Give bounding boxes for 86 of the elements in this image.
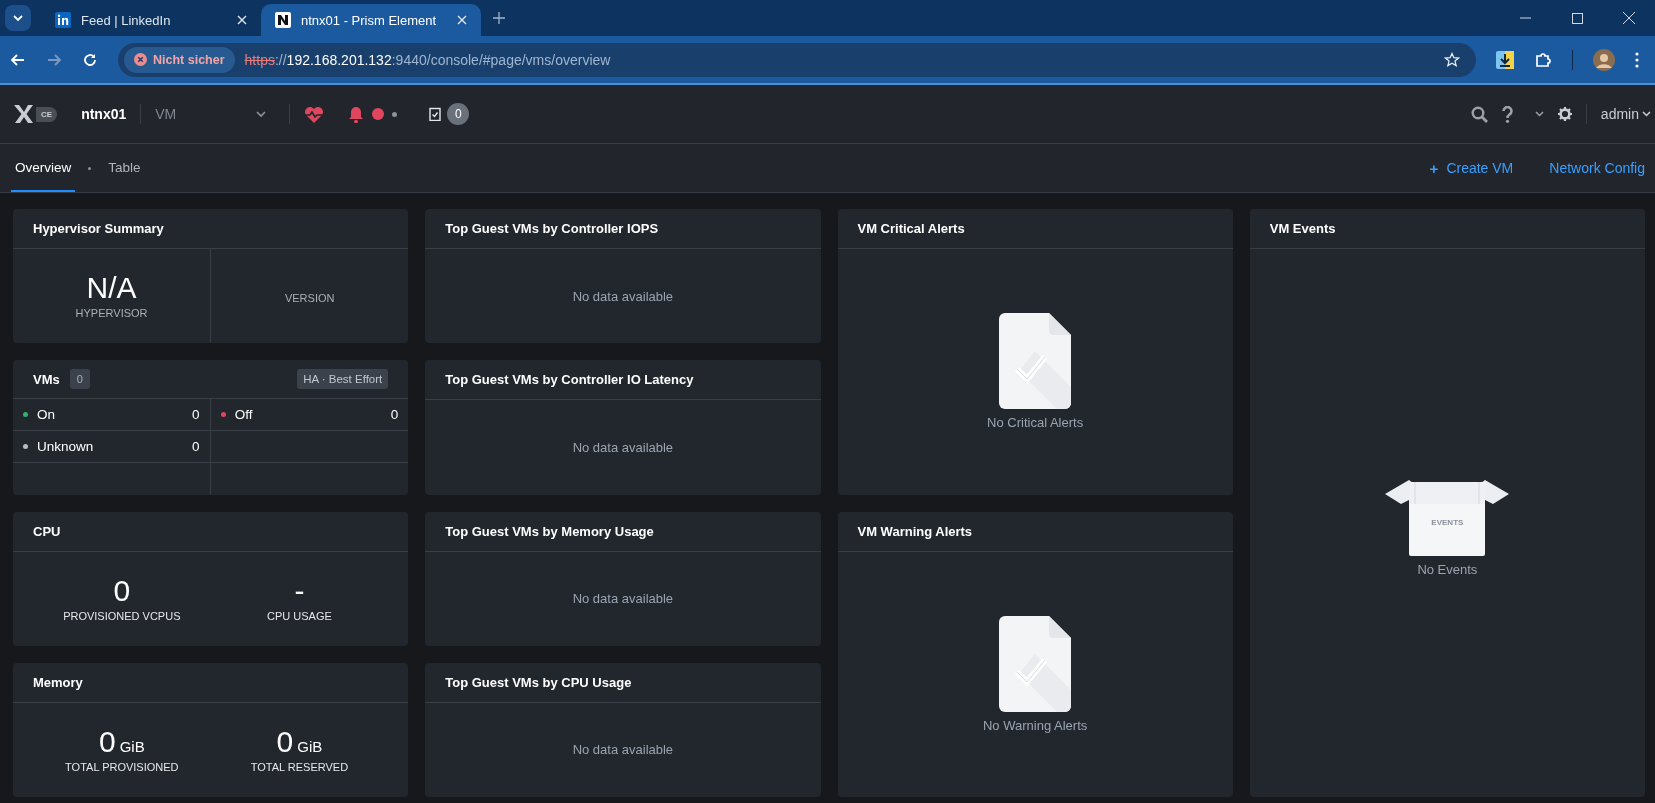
- document-check-icon: [999, 615, 1072, 712]
- profile-avatar[interactable]: [1593, 48, 1615, 71]
- back-arrow-icon[interactable]: [10, 51, 26, 68]
- user-menu[interactable]: admin: [1600, 106, 1651, 122]
- metric-label: CPU USAGE: [267, 609, 332, 622]
- tab-search-button[interactable]: [5, 5, 31, 31]
- view-tab[interactable]: Overview: [11, 144, 76, 192]
- state-label: Unknown: [37, 438, 94, 454]
- help-icon[interactable]: [1501, 105, 1513, 123]
- card-title: VM Critical Alerts: [837, 209, 1233, 249]
- tab-title: Feed | LinkedIn: [81, 12, 172, 28]
- metric-value: 0: [98, 726, 116, 757]
- metric-value: 0: [276, 726, 294, 757]
- chevron-down-icon: [1642, 111, 1651, 117]
- empty-message: No data available: [572, 591, 674, 607]
- tab-title: ntnx01 - Prism Element: [301, 12, 438, 28]
- security-chip[interactable]: Nicht sicher: [124, 46, 235, 73]
- search-icon[interactable]: [1470, 105, 1488, 123]
- empty-message: No Events: [1417, 561, 1478, 577]
- bell-icon[interactable]: [348, 105, 365, 123]
- checklist-icon[interactable]: [429, 107, 442, 121]
- hypervisor-value: N/A: [86, 273, 137, 304]
- chevron-down-icon: [256, 110, 267, 118]
- metric-value: 0: [113, 575, 131, 606]
- card-title: VMs: [33, 371, 60, 387]
- metric-label: VERSION: [284, 292, 335, 305]
- settings-icon[interactable]: [1557, 107, 1572, 121]
- card-title: VM Events: [1249, 209, 1645, 249]
- edition-badge: CE: [36, 106, 58, 122]
- reload-icon[interactable]: [82, 51, 98, 68]
- browser-tab[interactable]: Feed | LinkedIn: [41, 4, 261, 36]
- puzzle-icon[interactable]: [1534, 50, 1552, 69]
- warning-circle-icon: [134, 53, 147, 66]
- state-count: 0: [192, 407, 200, 423]
- empty-message: No data available: [572, 742, 674, 758]
- metric-label: TOTAL RESERVED: [250, 760, 349, 773]
- metric-label: TOTAL PROVISIONED: [65, 760, 179, 773]
- heart-pulse-icon[interactable]: [304, 105, 325, 123]
- chevron-down-icon[interactable]: [1534, 111, 1544, 117]
- vm-count-badge: 0: [69, 369, 90, 390]
- metric-unit: GiB: [297, 737, 323, 755]
- create-vm-link[interactable]: + Create VM: [1429, 144, 1514, 192]
- view-selector[interactable]: VM: [155, 106, 276, 122]
- download-extension-icon[interactable]: [1496, 50, 1514, 69]
- document-check-icon: [999, 313, 1072, 410]
- card-title: Memory: [13, 662, 409, 703]
- close-window-icon[interactable]: [1623, 12, 1635, 24]
- linkedin-icon: [55, 12, 71, 28]
- card-title: Top Guest VMs by Memory Usage: [425, 511, 821, 552]
- browser-tab[interactable]: ntnx01 - Prism Element: [261, 4, 481, 36]
- x-logo-icon: [14, 105, 36, 123]
- card-title: Hypervisor Summary: [13, 209, 409, 249]
- close-icon[interactable]: [237, 15, 247, 25]
- card-title: Top Guest VMs by Controller IO Latency: [425, 360, 821, 401]
- state-count: 0: [192, 438, 200, 454]
- address-bar[interactable]: Nicht sicher https://192.168.201.132:9440/console/#page/vms/overview: [118, 42, 1476, 77]
- n-logo-icon: [275, 12, 291, 28]
- critical-status-dot: [372, 108, 385, 120]
- url-text: https://192.168.201.132:9440/console/#page/vms/overview: [244, 51, 611, 68]
- empty-message: No Warning Alerts: [983, 717, 1088, 733]
- state-label: Off: [234, 407, 253, 423]
- chevron-down-icon: [12, 12, 24, 24]
- view-tab[interactable]: Table: [104, 144, 145, 192]
- task-count-badge[interactable]: 0: [447, 103, 470, 125]
- metric-unit: GiB: [119, 737, 145, 755]
- cluster-name[interactable]: ntnx01: [81, 106, 127, 122]
- maximize-icon[interactable]: [1572, 12, 1583, 24]
- star-icon[interactable]: [1444, 51, 1460, 68]
- card-title: CPU: [13, 511, 409, 552]
- network-config-link[interactable]: Network Config: [1549, 144, 1645, 192]
- metric-value: -: [294, 575, 305, 606]
- empty-message: No Critical Alerts: [987, 415, 1084, 431]
- card-title: Top Guest VMs by CPU Usage: [425, 662, 821, 703]
- metric-label: HYPERVISOR: [75, 307, 148, 320]
- new-tab-icon[interactable]: [493, 12, 505, 24]
- ha-status-badge: HA · Best Effort: [297, 369, 389, 390]
- empty-message: No data available: [572, 288, 674, 304]
- empty-message: No data available: [572, 439, 674, 455]
- close-icon[interactable]: [457, 15, 467, 25]
- state-count: 0: [390, 407, 399, 423]
- state-label: On: [37, 407, 55, 423]
- metric-label: PROVISIONED VCPUS: [63, 609, 181, 622]
- more-menu-icon[interactable]: [1635, 51, 1639, 68]
- card-title: VM Warning Alerts: [837, 511, 1233, 552]
- card-title: Top Guest VMs by Controller IOPS: [425, 209, 821, 249]
- status-dot: [392, 111, 398, 117]
